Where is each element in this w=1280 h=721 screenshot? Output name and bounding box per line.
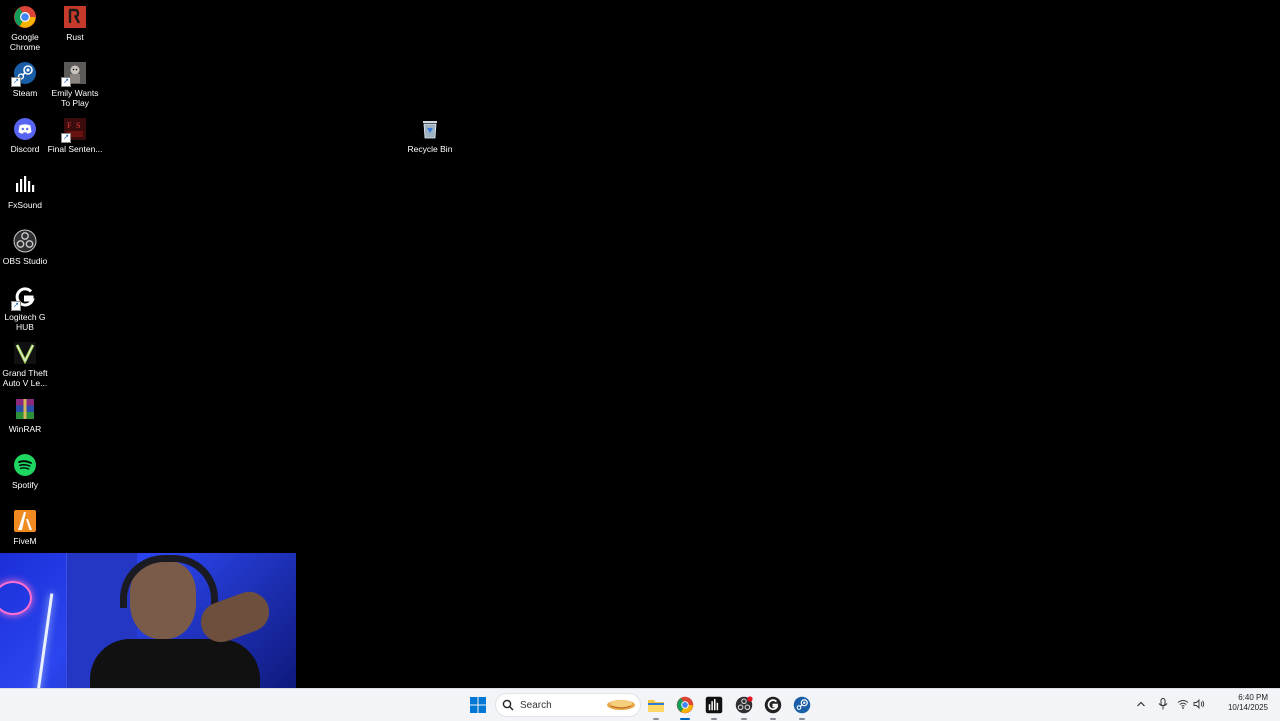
- final-sentence-icon: F S ↗: [61, 116, 88, 143]
- start-icon: [470, 697, 486, 713]
- desktop-icon-label: Rust: [66, 32, 84, 42]
- taskbar-steam[interactable]: [790, 693, 814, 720]
- obs-studio-icon: [735, 696, 753, 714]
- desktop-icon-winrar[interactable]: WinRAR: [0, 396, 50, 434]
- desktop-icon-label: Spotify: [12, 480, 38, 490]
- desktop-icon-label: Steam: [12, 88, 38, 98]
- microphone-icon: [1158, 698, 1168, 710]
- shortcut-arrow-icon: ↗: [11, 77, 21, 87]
- taskbar-chrome[interactable]: [673, 693, 697, 720]
- desktop-icon-fxsound[interactable]: FxSound: [0, 172, 50, 210]
- desktop-icon-label: Discord: [10, 144, 40, 154]
- search-input[interactable]: [518, 698, 602, 712]
- gta-v-icon: [12, 340, 38, 366]
- shortcut-arrow-icon: ↗: [61, 77, 71, 87]
- taskbar-file-explorer[interactable]: [644, 693, 668, 720]
- desktop-icon-google-chrome[interactable]: Google Chrome: [0, 4, 50, 52]
- shortcut-arrow-icon: ↗: [61, 133, 71, 143]
- svg-text:S: S: [76, 121, 80, 130]
- desktop-icon-discord[interactable]: Discord: [0, 116, 50, 154]
- microphone-button[interactable]: [1156, 697, 1170, 711]
- search-highlight-icon[interactable]: [604, 695, 638, 713]
- logitech-g-hub-icon: ↗: [11, 284, 38, 311]
- fivem-icon: [12, 508, 38, 534]
- logitech-g-hub-icon: [764, 696, 782, 714]
- svg-text:F: F: [67, 121, 72, 130]
- start-button[interactable]: [466, 693, 490, 717]
- winrar-icon: [12, 396, 38, 422]
- clock-date: 10/14/2025: [1227, 703, 1268, 712]
- search-icon: [502, 699, 514, 711]
- desktop-icon-label: Recycle Bin: [407, 144, 453, 154]
- desktop-icon-obs-studio[interactable]: OBS Studio: [0, 228, 50, 266]
- desktop-icon-label: Grand Theft Auto V Le...: [2, 368, 48, 388]
- steam-icon: [793, 696, 811, 714]
- wifi-icon: [1177, 700, 1189, 709]
- speaker-icon: [1193, 699, 1205, 709]
- taskbar-search[interactable]: [495, 693, 641, 717]
- desktop-icon-emily-wants-to-play[interactable]: ↗ Emily Wants To Play: [50, 60, 100, 108]
- taskbar-logitech-g-hub[interactable]: [761, 693, 785, 720]
- desktop-icon-steam[interactable]: ↗ Steam: [0, 60, 50, 98]
- shortcut-arrow-icon: ↗: [11, 301, 21, 311]
- show-hidden-icons-button[interactable]: [1134, 697, 1148, 711]
- recycle-bin-icon: [417, 116, 443, 142]
- chrome-icon: [676, 696, 694, 714]
- desktop-icon-label: Final Senten...: [47, 144, 103, 154]
- taskbar-fxsound[interactable]: [702, 693, 726, 720]
- discord-icon: [12, 116, 38, 142]
- desktop-icon-label: Google Chrome: [9, 32, 41, 52]
- file-explorer-icon: [648, 700, 664, 712]
- desktop-icon-recycle-bin[interactable]: Recycle Bin: [405, 116, 455, 154]
- steam-icon: ↗: [11, 60, 38, 87]
- obs-studio-icon: [12, 228, 38, 254]
- desktop-icon-logitech-g-hub[interactable]: ↗ Logitech G HUB: [0, 284, 50, 332]
- desktop-icon-fivem[interactable]: FiveM: [0, 508, 50, 546]
- network-button[interactable]: [1176, 697, 1190, 711]
- desktop-icon-label: Logitech G HUB: [4, 312, 46, 332]
- rust-icon: [62, 4, 88, 30]
- chevron-up-icon: [1137, 701, 1145, 707]
- desktop-icon-final-sentence[interactable]: F S ↗ Final Senten...: [47, 116, 103, 154]
- taskbar-obs-studio[interactable]: [732, 693, 756, 720]
- fxsound-icon: [705, 696, 723, 714]
- desktop-icon-label: FxSound: [7, 200, 43, 210]
- neon-sign: [0, 581, 32, 615]
- desktop-icon-spotify[interactable]: Spotify: [0, 452, 50, 490]
- spotify-icon: [12, 452, 38, 478]
- emily-wants-to-play-icon: ↗: [61, 60, 88, 87]
- desktop-icon-label: WinRAR: [8, 424, 42, 434]
- desktop-icon-label: FiveM: [13, 536, 37, 546]
- volume-button[interactable]: [1192, 697, 1206, 711]
- desktop-icon-label: OBS Studio: [2, 256, 48, 266]
- clock-time: 6:40 PM: [1238, 693, 1268, 702]
- desktop-icon-gta-v[interactable]: Grand Theft Auto V Le...: [0, 340, 50, 388]
- chrome-icon: [12, 4, 38, 30]
- desktop-icon-rust[interactable]: Rust: [50, 4, 100, 42]
- taskbar-clock[interactable]: 6:40 PM 10/14/2025: [1228, 693, 1268, 713]
- fxsound-icon: [12, 172, 38, 198]
- desktop-icon-label: Emily Wants To Play: [51, 88, 99, 108]
